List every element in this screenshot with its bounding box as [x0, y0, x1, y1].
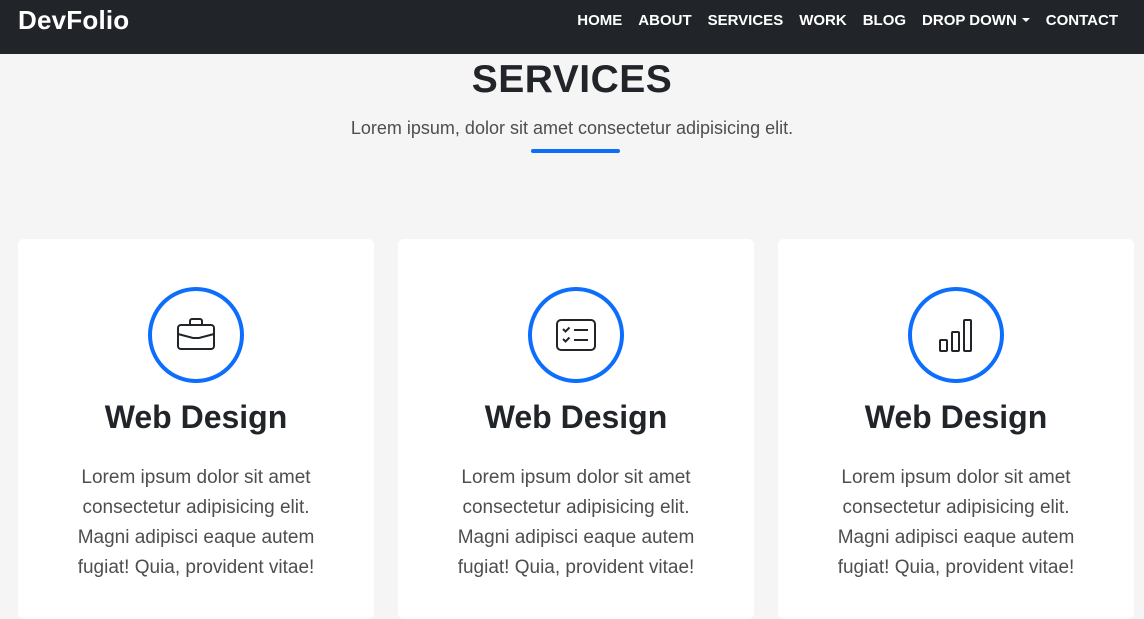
nav-dropdown-label: DROP DOWN — [922, 12, 1017, 29]
service-icon-circle — [908, 287, 1004, 383]
service-description: Lorem ipsum dolor sit amet consectetur a… — [77, 467, 315, 578]
top-navbar: DevFolio HOME ABOUT SERVICES WORK BLOG D… — [0, 0, 1144, 54]
nav-link-services[interactable]: SERVICES — [700, 11, 792, 31]
title-underline — [531, 149, 620, 153]
service-card: Web Design Lorem ipsum dolor sit amet co… — [18, 239, 374, 619]
briefcase-icon — [177, 318, 215, 350]
service-description: Lorem ipsum dolor sit amet consectetur a… — [457, 467, 695, 578]
section-subtitle: Lorem ipsum, dolor sit amet consectetur … — [350, 118, 794, 138]
caret-down-icon — [1021, 18, 1030, 22]
nav-link-work[interactable]: WORK — [791, 11, 855, 31]
nav-link-about[interactable]: ABOUT — [630, 11, 699, 31]
nav-link-home[interactable]: HOME — [569, 11, 630, 31]
service-icon-circle — [528, 287, 624, 383]
brand-logo[interactable]: DevFolio — [18, 5, 129, 36]
nav-links: HOME ABOUT SERVICES WORK BLOG DROP DOWN … — [569, 11, 1126, 31]
service-card: Web Design Lorem ipsum dolor sit amet co… — [778, 239, 1134, 619]
service-icon-circle — [148, 287, 244, 383]
bar-chart-icon — [939, 319, 972, 352]
service-title: Web Design — [104, 399, 288, 435]
service-title: Web Design — [864, 399, 1048, 435]
nav-link-contact[interactable]: CONTACT — [1038, 11, 1126, 31]
service-title: Web Design — [484, 399, 668, 435]
service-description: Lorem ipsum dolor sit amet consectetur a… — [837, 467, 1075, 578]
card-checklist-icon — [556, 319, 596, 351]
nav-link-blog[interactable]: BLOG — [855, 11, 914, 31]
section-title: SERVICES — [471, 58, 673, 101]
service-card: Web Design Lorem ipsum dolor sit amet co… — [398, 239, 754, 619]
nav-dropdown-toggle[interactable]: DROP DOWN — [914, 11, 1038, 31]
